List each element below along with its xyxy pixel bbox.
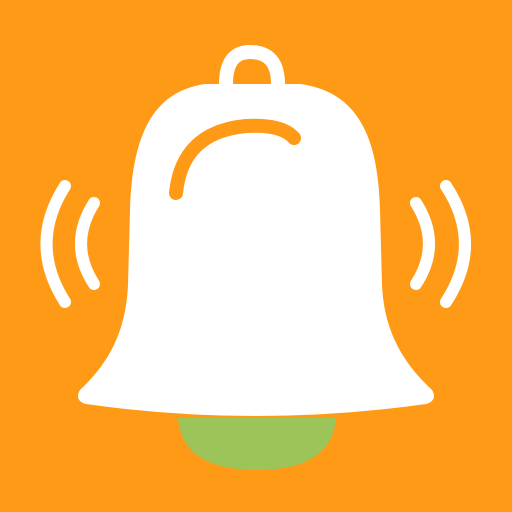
ringing-bell-icon [0,0,512,512]
app-icon [0,0,512,512]
